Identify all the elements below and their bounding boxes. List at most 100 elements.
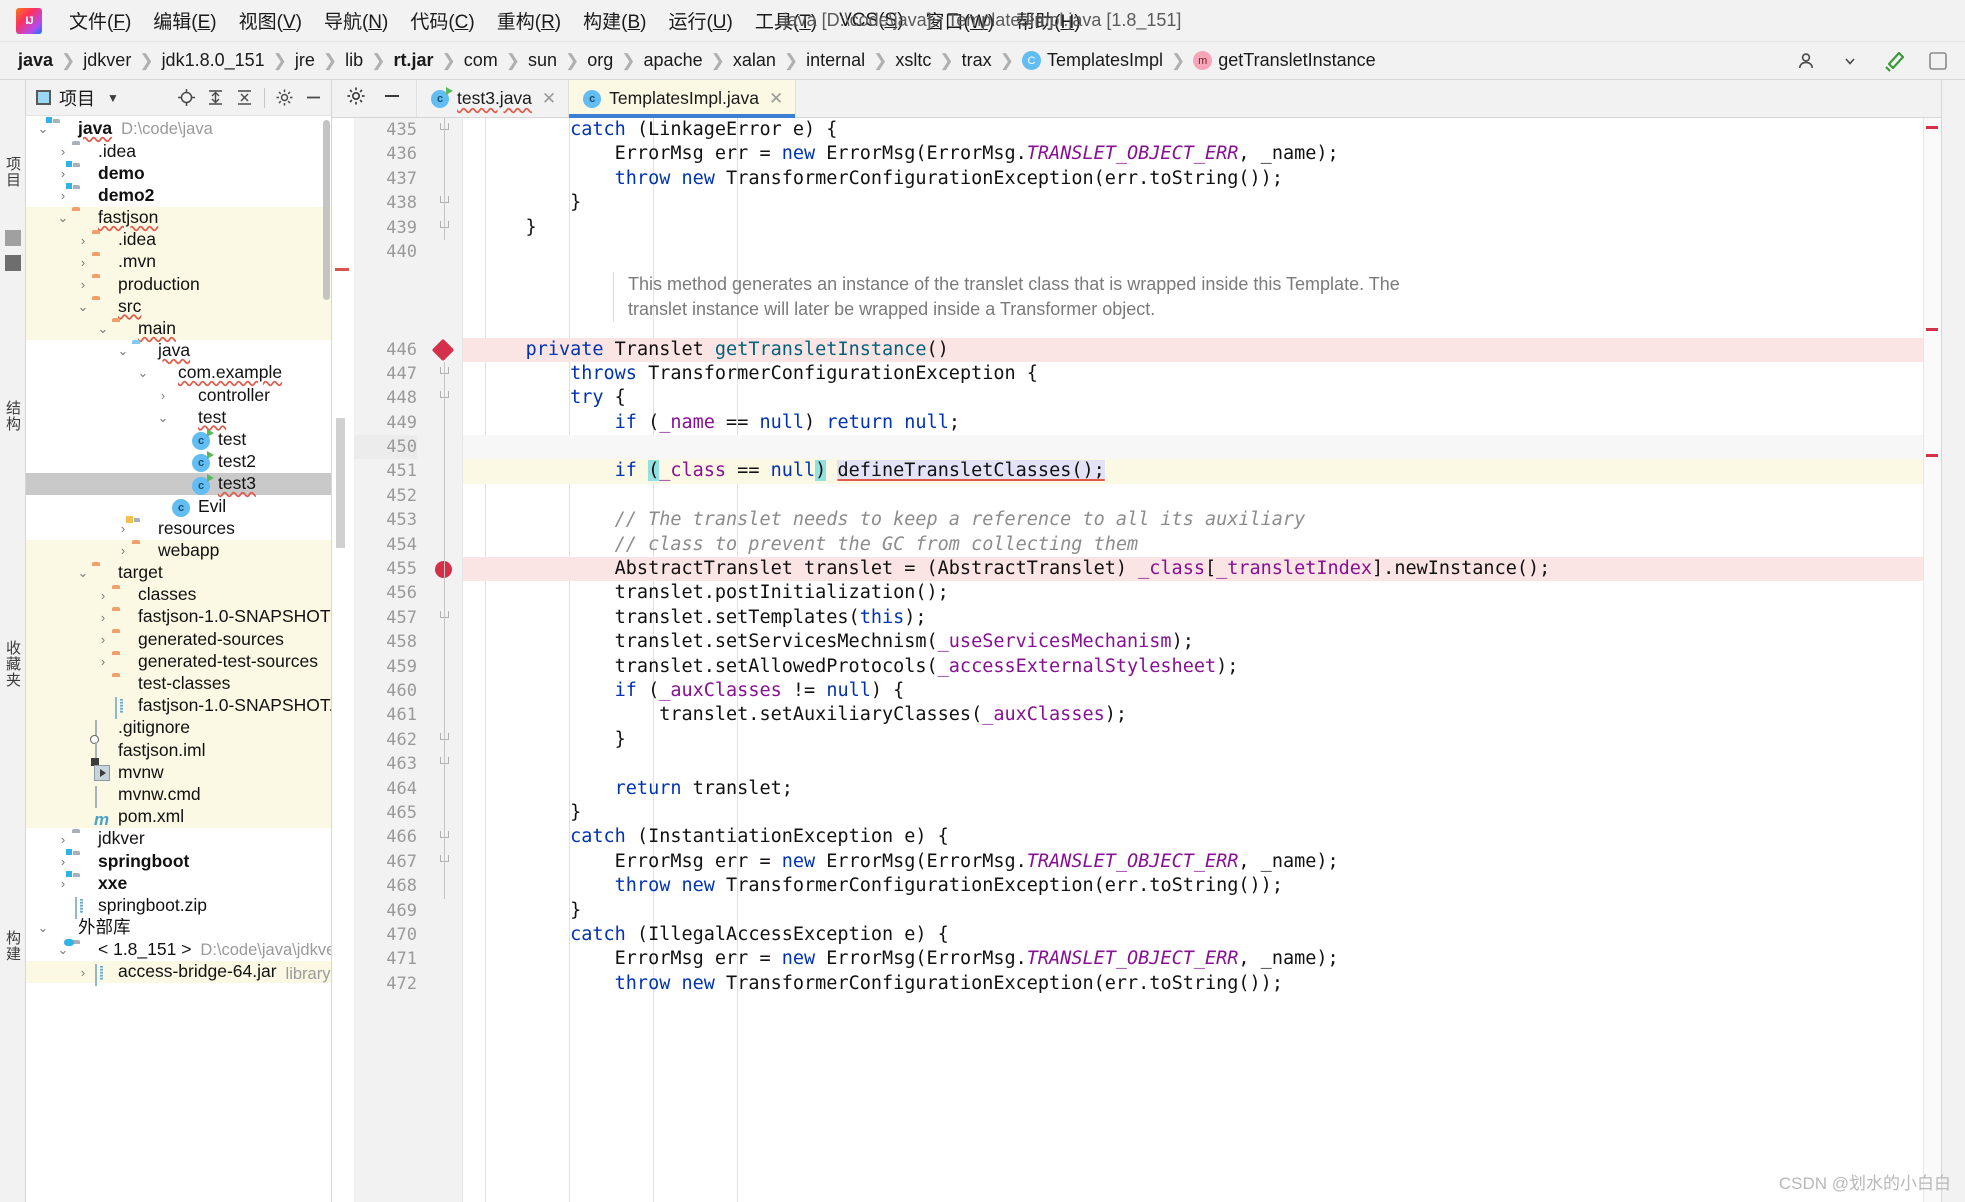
tree-node-springboot-zip[interactable]: · springboot.zip: [26, 895, 331, 920]
gear-icon[interactable]: [346, 86, 366, 111]
menu-item-9[interactable]: VCS(S): [828, 8, 914, 34]
chevron-right-icon[interactable]: ›: [56, 188, 70, 203]
tool-window-tab-project[interactable]: 项目: [2, 156, 23, 188]
tree-node-java[interactable]: ⌄ java D:\code\java: [26, 116, 331, 140]
menu-item-5[interactable]: 重构(R): [486, 5, 572, 36]
tree-node-test2[interactable]: ·ctest2: [26, 451, 331, 473]
chevron-down-icon[interactable]: ⌄: [36, 920, 50, 936]
chevron-down-icon[interactable]: ⌄: [76, 299, 90, 315]
code-line[interactable]: [463, 752, 1923, 776]
tree-node-test3[interactable]: ·ctest3: [26, 473, 331, 496]
chevron-down-icon[interactable]: ⌄: [136, 365, 150, 381]
rendered-javadoc[interactable]: This method generates an instance of the…: [613, 272, 1863, 323]
menu-item-6[interactable]: 构建(B): [572, 5, 657, 36]
close-icon[interactable]: ✕: [542, 89, 556, 109]
code-line[interactable]: [463, 484, 1923, 508]
chevron-down-icon[interactable]: ▼: [107, 91, 119, 105]
chevron-down-icon[interactable]: [1837, 48, 1863, 74]
tree-node---1-8-151--[interactable]: ⌄ < 1.8_151 > D:\code\java\jdkver\: [26, 939, 331, 961]
code-line[interactable]: catch (InstantiationException e) {: [463, 825, 1923, 849]
chevron-right-icon[interactable]: ›: [96, 588, 110, 603]
chevron-right-icon[interactable]: ›: [76, 255, 90, 270]
tree-node-generated-test-sources[interactable]: › generated-test-sources: [26, 650, 331, 673]
tree-node-generated-sources[interactable]: › generated-sources: [26, 628, 331, 651]
code-line[interactable]: }: [463, 899, 1923, 923]
breadcrumb-item-xsltc[interactable]: xsltc: [895, 50, 931, 71]
code-line[interactable]: if (_auxClasses != null) {: [463, 679, 1923, 703]
editor-tab-templatesimpl-java[interactable]: c TemplatesImpl.java ✕: [569, 80, 797, 118]
chevron-down-icon[interactable]: ⌄: [96, 321, 110, 337]
tree-node-target[interactable]: ⌄ target: [26, 561, 331, 584]
tree-node-src[interactable]: ⌄ src: [26, 295, 331, 318]
chevron-right-icon[interactable]: ›: [56, 876, 70, 891]
tree-node-main[interactable]: ⌄ main: [26, 317, 331, 340]
code-line[interactable]: }: [463, 216, 1923, 240]
chevron-right-icon[interactable]: ›: [96, 610, 110, 625]
breadcrumb-item-lib[interactable]: lib: [345, 50, 363, 71]
tree-node-access-bridge-64-jar[interactable]: › access-bridge-64.jar library根: [26, 961, 331, 986]
breadcrumb-item-templatesimpl[interactable]: C TemplatesImpl: [1021, 50, 1163, 71]
code-line[interactable]: ErrorMsg err = new ErrorMsg(ErrorMsg.TRA…: [463, 142, 1923, 166]
breadcrumb-item-com[interactable]: com: [464, 50, 498, 71]
breadcrumb-item-java[interactable]: java: [18, 50, 53, 71]
menu-item-11[interactable]: 帮助(H): [1005, 5, 1091, 36]
code-line[interactable]: throw new TransformerConfigurationExcept…: [463, 972, 1923, 996]
tree-node-mvnw-cmd[interactable]: · mvnw.cmd: [26, 783, 331, 809]
breadcrumb-item-sun[interactable]: sun: [528, 50, 557, 71]
menu-item-10[interactable]: 窗口(W): [915, 5, 1006, 36]
tree-node-test[interactable]: ⌄ test: [26, 406, 331, 428]
menu-item-1[interactable]: 编辑(E): [142, 5, 227, 36]
code-line[interactable]: ErrorMsg err = new ErrorMsg(ErrorMsg.TRA…: [463, 850, 1923, 874]
code-line[interactable]: translet.setTemplates(this);: [463, 606, 1923, 630]
expand-all-icon[interactable]: [206, 88, 225, 107]
code-line[interactable]: throw new TransformerConfigurationExcept…: [463, 167, 1923, 191]
locate-icon[interactable]: [177, 88, 196, 107]
breadcrumb-item-gettransletinstance[interactable]: m getTransletInstance: [1193, 50, 1376, 71]
tree-node----[interactable]: ⌄ 外部库: [26, 917, 331, 939]
tree-node-com-example[interactable]: ⌄ com.example: [26, 362, 331, 384]
chevron-right-icon[interactable]: ›: [56, 166, 70, 181]
hammer-icon[interactable]: [1881, 48, 1907, 74]
gear-icon[interactable]: [275, 88, 294, 107]
code-line[interactable]: private Translet getTransletInstance(): [463, 337, 1923, 362]
chevron-right-icon[interactable]: ›: [76, 965, 90, 980]
close-icon[interactable]: ✕: [769, 89, 783, 109]
project-tree[interactable]: ⌄ java D:\code\java › .idea › demo › demo2 ⌄ fastj…: [26, 116, 331, 1202]
chevron-down-icon[interactable]: ⌄: [56, 210, 70, 226]
chevron-right-icon[interactable]: ›: [56, 144, 70, 159]
code-line[interactable]: translet.setServicesMechnism(_useService…: [463, 630, 1923, 654]
chevron-right-icon[interactable]: ›: [56, 854, 70, 869]
menu-item-7[interactable]: 运行(U): [657, 5, 743, 36]
editor-left-scroll-thumb[interactable]: [336, 418, 345, 548]
method-breakpoint-marker[interactable]: [431, 338, 455, 361]
tool-window-tab-structure[interactable]: 结构: [2, 400, 23, 432]
menu-item-2[interactable]: 视图(V): [228, 5, 313, 36]
error-stripe-scrollbar[interactable]: [1923, 118, 1941, 1202]
tree-node-java[interactable]: ⌄ java: [26, 340, 331, 362]
code-line[interactable]: ErrorMsg err = new ErrorMsg(ErrorMsg.TRA…: [463, 947, 1923, 971]
code-line[interactable]: if (_class == null) defineTransletClasse…: [463, 459, 1923, 484]
tree-node-demo2[interactable]: › demo2: [26, 182, 331, 207]
code-line[interactable]: catch (IllegalAccessException e) {: [463, 923, 1923, 947]
fold-and-breakpoint-gutter[interactable]: [426, 118, 462, 1202]
tree-node-fastjson-iml[interactable]: · fastjson.iml: [26, 739, 331, 766]
tree-node-test-classes[interactable]: · test-classes: [26, 672, 331, 695]
chevron-down-icon[interactable]: ⌄: [76, 565, 90, 581]
menu-item-8[interactable]: 工具(T): [744, 5, 828, 36]
breadcrumb-item-trax[interactable]: trax: [962, 50, 992, 71]
tree-node-evil[interactable]: ·c Evil: [26, 495, 331, 517]
code-line[interactable]: return translet;: [463, 777, 1923, 801]
code-line[interactable]: translet.setAllowedProtocols(_accessExte…: [463, 655, 1923, 679]
tree-node-xxe[interactable]: › xxe: [26, 869, 331, 894]
breadcrumb-item-apache[interactable]: apache: [644, 50, 703, 71]
collapse-all-icon[interactable]: [235, 88, 254, 107]
run-config-icon[interactable]: [1925, 48, 1951, 74]
tree-node-classes[interactable]: › classes: [26, 583, 331, 607]
chevron-right-icon[interactable]: ›: [76, 233, 90, 248]
editor-tab-test3-java[interactable]: c test3.java ✕: [417, 80, 570, 117]
user-icon[interactable]: [1793, 48, 1819, 74]
code-line[interactable]: [463, 435, 1923, 460]
breadcrumb-item-jdkver[interactable]: jdkver: [83, 50, 131, 71]
tree-node-fastjson-1-0-snapshot-wa[interactable]: · fastjson-1.0-SNAPSHOT.wa: [26, 694, 331, 720]
tree-node-controller[interactable]: › controller: [26, 384, 331, 406]
